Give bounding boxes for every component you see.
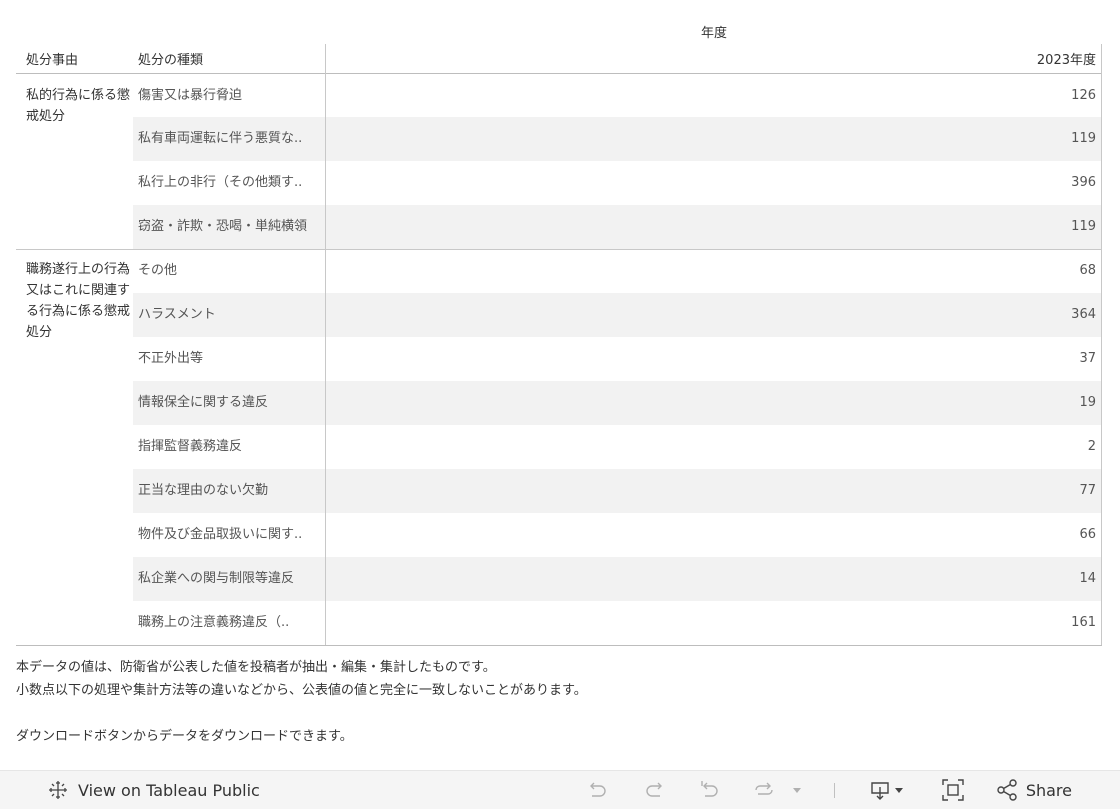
type-cell: 正当な理由のない欠勤 [138,483,269,498]
note-line: 小数点以下の処理や集計方法等の違いなどから、公表値の値と完全に一致しないことがあ… [16,683,587,698]
value-cell: 2 [1087,439,1096,454]
share-icon [996,779,1018,801]
note-line: ダウンロードボタンからデータをダウンロードできます。 [16,729,353,744]
undo-button[interactable] [586,771,610,809]
column-group-header: 年度 [700,26,727,41]
group-label-duty[interactable]: 職務遂行上の行為又はこれに関連する行為に係る懲戒処分 [26,259,130,343]
type-cell: ハラスメント [138,307,216,322]
type-cell: その他 [138,263,178,278]
toolbar-separator [834,783,835,798]
redo-icon [642,778,666,802]
header-type[interactable]: 処分の種類 [138,50,203,72]
value-cell: 77 [1079,483,1096,498]
undo-icon [586,778,610,802]
table-row[interactable]: 私企業への関与制限等違反 14 [0,557,1102,601]
tableau-viz: 年度 処分事由 処分の種類 2023年度 傷害又は暴行脅迫 126 私有車両運転… [0,0,1120,770]
fullscreen-button[interactable] [940,771,966,809]
table-row[interactable]: 窃盗・詐欺・恐喝・単純横領 119 [0,205,1102,249]
value-cell: 119 [1071,131,1096,146]
share-label: Share [1025,780,1072,800]
table-row[interactable]: 物件及び金品取扱いに関す.. 66 [0,513,1102,557]
type-cell: 指揮監督義務違反 [138,439,243,454]
revert-button[interactable] [698,771,722,809]
table-row[interactable]: 職務上の注意義務違反（.. 161 [0,601,1102,645]
value-cell: 68 [1079,263,1096,278]
share-button[interactable]: Share [996,771,1072,809]
tableau-logo-icon [46,778,70,802]
tableau-toolbar: View on Tableau Public Share [0,770,1120,809]
type-cell: 私企業への関与制限等違反 [138,571,295,586]
refresh-icon [752,778,776,802]
table-row[interactable]: 不正外出等 37 [0,337,1102,381]
download-button[interactable] [868,771,906,809]
view-on-tableau-label: View on Tableau Public [78,780,260,800]
refresh-button[interactable] [752,771,776,809]
type-cell: 情報保全に関する違反 [138,395,269,410]
table-row[interactable]: 指揮監督義務違反 2 [0,425,1102,469]
notes-text: 本データの値は、防衛省が公表した値を投稿者が抽出・編集・集計したものです。 小数… [16,656,1096,748]
type-cell: 職務上の注意義務違反（.. [138,615,290,630]
value-cell: 119 [1071,219,1096,234]
pause-dropdown-icon [790,778,804,802]
value-cell: 14 [1079,571,1096,586]
type-cell: 私行上の非行（その他類す.. [138,175,303,190]
table-row[interactable]: 正当な理由のない欠勤 77 [0,469,1102,513]
table-row[interactable]: その他 68 [0,249,1102,293]
table-bottom-border [16,645,1102,646]
value-cell: 66 [1079,527,1096,542]
value-cell: 126 [1071,88,1096,103]
header-reason[interactable]: 処分事由 [26,50,78,72]
table-row[interactable]: 情報保全に関する違反 19 [0,381,1102,425]
redo-button[interactable] [642,771,666,809]
value-cell: 161 [1071,615,1096,630]
view-on-tableau-link[interactable]: View on Tableau Public [46,771,260,809]
type-cell: 窃盗・詐欺・恐喝・単純横領 [138,219,308,234]
fullscreen-icon [940,777,966,803]
table-row[interactable]: ハラスメント 364 [0,293,1102,337]
pause-dropdown-button[interactable] [790,771,804,809]
note-line: 本データの値は、防衛省が公表した値を投稿者が抽出・編集・集計したものです。 [16,660,496,675]
revert-icon [698,778,722,802]
table-row[interactable]: 私行上の非行（その他類す.. 396 [0,161,1102,205]
table-row[interactable]: 私有車両運転に伴う悪質な.. 119 [0,117,1102,161]
pane-divider [325,44,326,646]
type-cell: 物件及び金品取扱いに関す.. [138,527,303,542]
table-right-border [1101,44,1102,646]
value-cell: 19 [1079,395,1096,410]
note-line [16,702,1096,725]
table-row[interactable]: 傷害又は暴行脅迫 126 [0,74,1102,118]
header-year[interactable]: 2023年度 [1037,50,1096,72]
value-cell: 396 [1071,175,1096,190]
type-cell: 私有車両運転に伴う悪質な.. [138,131,303,146]
value-cell: 37 [1079,351,1096,366]
value-cell: 364 [1071,307,1096,322]
download-dropdown-icon [892,778,906,802]
group-label-private[interactable]: 私的行為に係る懲戒処分 [26,85,130,127]
download-icon [868,778,892,802]
type-cell: 傷害又は暴行脅迫 [138,88,243,103]
type-cell: 不正外出等 [138,351,204,366]
